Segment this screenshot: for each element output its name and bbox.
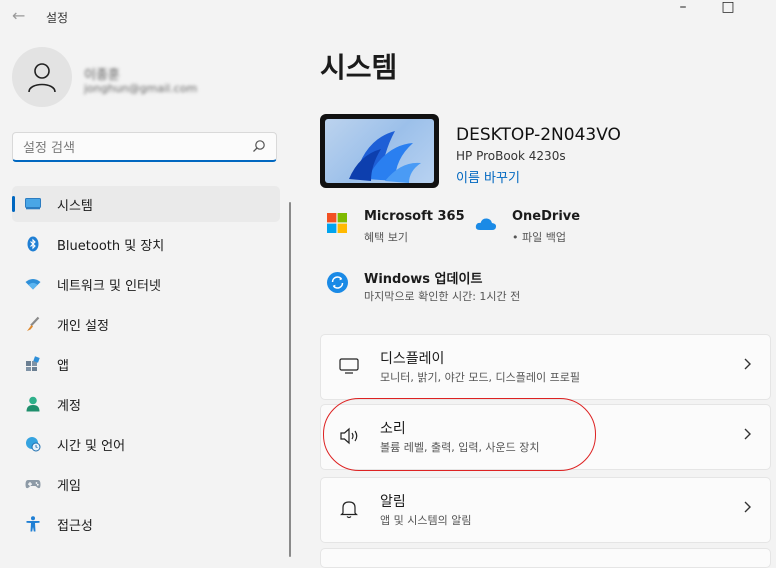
card-title: 디스플레이 <box>380 351 445 367</box>
chevron-right-icon <box>744 501 751 513</box>
globe-clock-icon <box>25 436 41 452</box>
minimize-button[interactable]: – <box>660 0 706 20</box>
onedrive-icon <box>475 218 497 230</box>
accessibility-icon <box>25 516 41 532</box>
sidebar-item-apps[interactable]: 앱 <box>12 346 280 382</box>
sound-card[interactable]: 소리 볼륨 레벨, 출력, 입력, 사운드 장치 <box>320 404 771 470</box>
system-icon <box>25 196 41 212</box>
sidebar-nav: 시스템 Bluetooth 및 장치 네트워크 및 인터넷 개인 설정 앱 계정 <box>12 186 280 546</box>
title-bar: ← 설정 – □ <box>0 0 776 34</box>
sidebar-item-label: 시간 및 언어 <box>57 438 126 454</box>
user-name: 이종훈 <box>84 68 120 83</box>
windows-bloom-wallpaper-icon <box>349 131 421 183</box>
card-subtitle: 볼륨 레벨, 출력, 입력, 사운드 장치 <box>380 441 540 454</box>
notifications-card[interactable]: 알림 앱 및 시스템의 알림 <box>320 477 771 543</box>
back-arrow-icon[interactable]: ← <box>12 6 25 25</box>
card-subtitle: 모니터, 밝기, 야간 모드, 디스플레이 프로필 <box>380 371 581 384</box>
windows-update-icon <box>327 272 348 293</box>
card-title: 소리 <box>380 421 406 437</box>
bluetooth-icon <box>25 236 41 252</box>
sidebar-item-label: Bluetooth 및 장치 <box>57 238 165 254</box>
search-box[interactable] <box>12 132 277 162</box>
sidebar-item-gaming[interactable]: 게임 <box>12 466 280 502</box>
sidebar-item-system[interactable]: 시스템 <box>12 186 280 222</box>
sidebar-item-label: 앱 <box>57 358 69 374</box>
bell-icon <box>340 501 358 519</box>
sidebar-scrollbar[interactable] <box>289 202 291 557</box>
quick-title: Windows 업데이트 <box>364 272 483 287</box>
microsoft-365-tile[interactable]: Microsoft 365 혜택 보기 <box>327 209 467 249</box>
device-thumbnail <box>320 114 439 188</box>
windows-update-tile[interactable]: Windows 업데이트 마지막으로 확인한 시간: 1시간 전 <box>327 268 557 308</box>
search-icon[interactable] <box>252 139 266 153</box>
sidebar-item-label: 접근성 <box>57 518 93 534</box>
quick-title: Microsoft 365 <box>364 209 465 224</box>
card-title: 알림 <box>380 494 406 510</box>
apps-icon <box>25 356 41 372</box>
avatar[interactable] <box>12 47 72 107</box>
display-card[interactable]: 디스플레이 모니터, 밝기, 야간 모드, 디스플레이 프로필 <box>320 334 771 400</box>
sidebar-item-accessibility[interactable]: 접근성 <box>12 506 280 542</box>
quick-title: OneDrive <box>512 209 581 224</box>
brush-icon <box>25 316 41 332</box>
sidebar-item-bluetooth[interactable]: Bluetooth 및 장치 <box>12 226 280 262</box>
device-name: DESKTOP-2N043VO <box>456 125 621 145</box>
onedrive-tile[interactable]: OneDrive • 파일 백업 <box>475 209 615 249</box>
page-title: 시스템 <box>320 51 398 84</box>
sidebar-item-label: 네트워크 및 인터넷 <box>57 278 161 294</box>
sidebar-item-accounts[interactable]: 계정 <box>12 386 280 422</box>
search-input[interactable] <box>21 138 245 158</box>
quick-subtitle: 마지막으로 확인한 시간: 1시간 전 <box>364 290 521 303</box>
user-icon <box>28 63 56 93</box>
maximize-button[interactable]: □ <box>705 0 751 20</box>
card-subtitle: 앱 및 시스템의 알림 <box>380 514 472 527</box>
sidebar-item-label: 계정 <box>57 398 81 414</box>
sidebar-item-time-language[interactable]: 시간 및 언어 <box>12 426 280 462</box>
speaker-icon <box>340 427 358 445</box>
account-icon <box>25 396 41 412</box>
device-model: HP ProBook 4230s <box>456 149 566 163</box>
chevron-right-icon <box>744 358 751 370</box>
display-icon <box>339 358 359 374</box>
sidebar-item-label: 개인 설정 <box>57 318 109 334</box>
next-card-partial[interactable] <box>320 548 771 568</box>
gamepad-icon <box>25 476 41 492</box>
quick-subtitle: • 파일 백업 <box>512 231 566 244</box>
sidebar-item-personalization[interactable]: 개인 설정 <box>12 306 280 342</box>
quick-subtitle: 혜택 보기 <box>364 231 408 244</box>
sidebar-item-label: 시스템 <box>57 198 93 214</box>
sidebar-item-label: 게임 <box>57 478 81 494</box>
microsoft-logo-icon <box>327 213 347 233</box>
app-title: 설정 <box>46 11 69 25</box>
user-email: jonghun@gmail.com <box>84 82 198 95</box>
rename-link[interactable]: 이름 바꾸기 <box>456 167 520 186</box>
chevron-right-icon <box>744 428 751 440</box>
sidebar-item-network[interactable]: 네트워크 및 인터넷 <box>12 266 280 302</box>
wifi-icon <box>25 276 41 292</box>
